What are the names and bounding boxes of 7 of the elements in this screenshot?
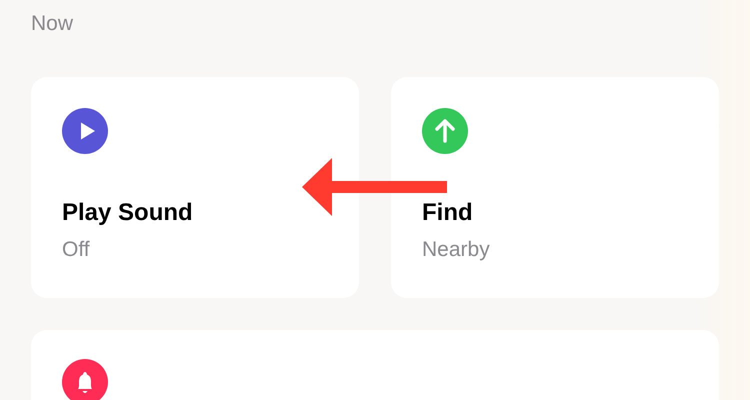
status-text: Now xyxy=(31,11,74,37)
action-tile[interactable]: Play Sound Off xyxy=(31,77,359,298)
tile-title: Find xyxy=(422,198,473,228)
tile-subtitle: Nearby xyxy=(422,237,490,263)
tile-subtitle: Off xyxy=(62,237,90,263)
tile-title: Play Sound xyxy=(62,198,193,228)
action-tile[interactable]: Find Nearby xyxy=(391,77,719,298)
